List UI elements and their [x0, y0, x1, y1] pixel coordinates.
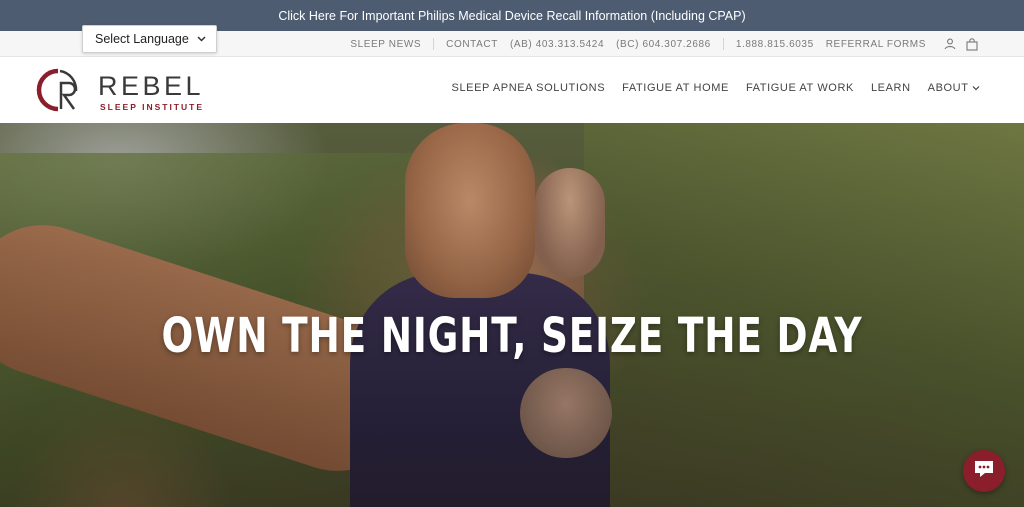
nav-fatigue-at-work[interactable]: FATIGUE AT WORK — [746, 82, 854, 94]
phone-toll-free-link[interactable]: 1.888.815.6035 — [730, 39, 820, 50]
logo-wordmark: REBEL — [98, 71, 205, 101]
user-icon[interactable] — [944, 38, 956, 50]
chevron-down-icon — [197, 34, 206, 45]
utility-links: SLEEP NEWS CONTACT (AB) 403.313.5424 (BC… — [344, 31, 932, 57]
announcement-link[interactable]: Click Here For Important Philips Medical… — [278, 9, 745, 23]
divider — [722, 38, 724, 50]
hero-banner: OWN THE NIGHT, SEIZE THE DAY — [0, 123, 1024, 507]
contact-link[interactable]: CONTACT — [440, 39, 504, 50]
language-select[interactable]: Select Language — [82, 25, 217, 53]
main-nav: SLEEP APNEA SOLUTIONS FATIGUE AT HOME FA… — [452, 82, 980, 94]
nav-fatigue-at-home[interactable]: FATIGUE AT HOME — [622, 82, 729, 94]
nav-about-label: ABOUT — [927, 82, 969, 94]
phone-ab-link[interactable]: (AB) 403.313.5424 — [504, 39, 610, 50]
nav-about[interactable]: ABOUT — [928, 82, 980, 94]
logo-subtitle: SLEEP INSTITUTE — [100, 102, 204, 112]
nav-learn[interactable]: LEARN — [871, 82, 911, 94]
site-header: REBEL SLEEP INSTITUTE SLEEP APNEA SOLUTI… — [0, 57, 1024, 123]
chat-bubble-icon — [973, 459, 995, 484]
phone-bc-link[interactable]: (BC) 604.307.2686 — [610, 39, 717, 50]
nav-sleep-apnea-solutions[interactable]: SLEEP APNEA SOLUTIONS — [452, 82, 606, 94]
divider — [433, 38, 435, 50]
referral-forms-link[interactable]: REFERRAL FORMS — [820, 39, 932, 50]
chevron-down-icon — [972, 82, 980, 94]
logo-mark-icon — [36, 68, 78, 112]
shopping-bag-icon[interactable] — [966, 37, 978, 51]
sleep-news-link[interactable]: SLEEP NEWS — [344, 39, 427, 50]
hero-title: OWN THE NIGHT, SEIZE THE DAY — [161, 308, 863, 364]
logo[interactable]: REBEL SLEEP INSTITUTE — [36, 65, 216, 115]
utility-icons — [944, 31, 978, 57]
language-select-label: Select Language — [95, 32, 189, 46]
chat-button[interactable] — [963, 450, 1005, 492]
